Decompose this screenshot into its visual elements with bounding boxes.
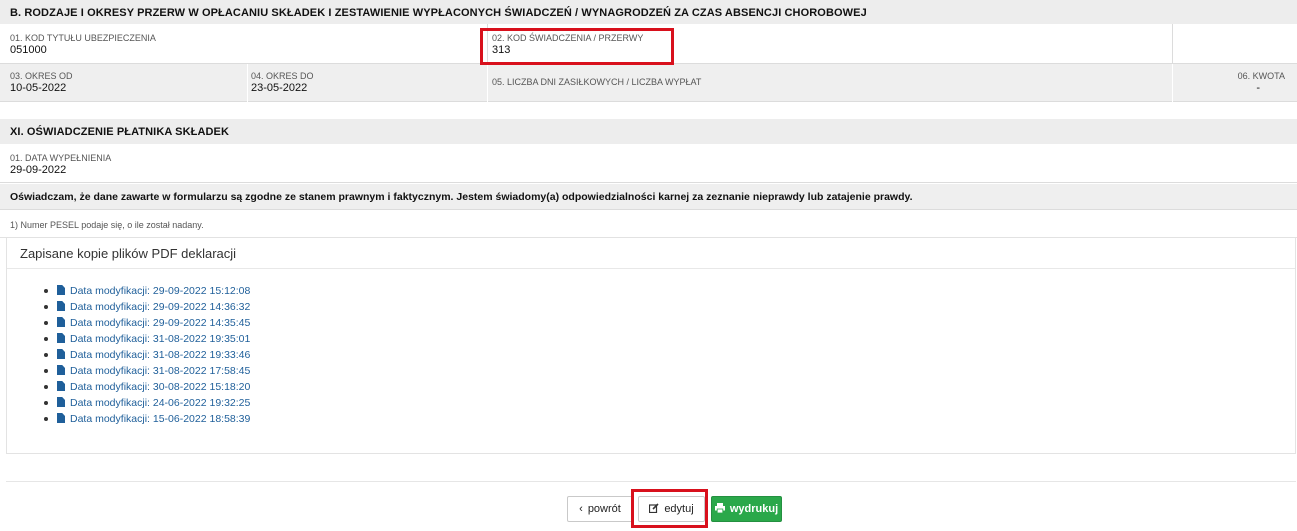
field-04-value: 23-05-2022 xyxy=(251,82,308,94)
print-icon xyxy=(714,502,725,516)
statement-row: Oświadczam, że dane zawarte w formularzu… xyxy=(0,184,1297,210)
fill-date-value: 29-09-2022 xyxy=(10,164,67,176)
field-03-label: 03. OKRES OD xyxy=(10,71,73,81)
file-icon xyxy=(57,301,65,311)
fill-date-label: 01. DATA WYPEŁNIENIA xyxy=(10,153,112,163)
pdf-file-link[interactable]: Data modyfikacji: 15-06-2022 18:58:39 xyxy=(70,413,250,425)
bullet xyxy=(44,417,48,421)
pdf-file-link[interactable]: Data modyfikacji: 31-08-2022 17:58:45 xyxy=(70,365,250,377)
field-06-value: - xyxy=(1256,82,1260,94)
pdf-file-link[interactable]: Data modyfikacji: 29-09-2022 14:35:45 xyxy=(70,317,250,329)
pdf-file-item: Data modyfikacji: 24-06-2022 19:32:25 xyxy=(44,396,250,412)
field-01-value: 051000 xyxy=(10,44,47,56)
bullet xyxy=(44,353,48,357)
section-b-row-2: 03. OKRES OD 10-05-2022 04. OKRES DO 23-… xyxy=(0,64,1297,102)
pdf-file-link[interactable]: Data modyfikacji: 29-09-2022 15:12:08 xyxy=(70,285,250,297)
field-06-label: 06. KWOTA xyxy=(1237,71,1285,81)
pdf-file-link[interactable]: Data modyfikacji: 31-08-2022 19:33:46 xyxy=(70,349,250,361)
bullet xyxy=(44,385,48,389)
print-button[interactable]: wydrukuj xyxy=(711,496,782,522)
pdf-file-item: Data modyfikacji: 31-08-2022 17:58:45 xyxy=(44,364,250,380)
print-button-label: wydrukuj xyxy=(729,503,779,515)
footnote-row: 1) Numer PESEL podaje się, o ile został … xyxy=(0,211,1297,238)
statement-text: Oświadczam, że dane zawarte w formularzu… xyxy=(10,191,913,203)
bullet xyxy=(44,401,48,405)
file-icon xyxy=(57,365,65,375)
section-xi-header: XI. OŚWIADCZENIE PŁATNIKA SKŁADEK xyxy=(0,119,1297,144)
file-icon xyxy=(57,397,65,407)
chevron-left-icon: ‹ xyxy=(579,503,583,515)
highlight-box-edit-button xyxy=(631,489,708,528)
bullet xyxy=(44,337,48,341)
back-button-label: powrót xyxy=(587,503,621,515)
pdf-file-link[interactable]: Data modyfikacji: 30-08-2022 15:18:20 xyxy=(70,381,250,393)
footer-divider xyxy=(6,481,1296,482)
field-04-label: 04. OKRES DO xyxy=(251,71,314,81)
pdf-file-link[interactable]: Data modyfikacji: 31-08-2022 19:35:01 xyxy=(70,333,250,345)
pdf-file-item: Data modyfikacji: 15-06-2022 18:58:39 xyxy=(44,412,250,428)
pdf-file-list: Data modyfikacji: 29-09-2022 15:12:08 Dat… xyxy=(44,284,250,428)
pdf-file-link[interactable]: Data modyfikacji: 29-09-2022 14:36:32 xyxy=(70,301,250,313)
pdf-panel-title: Zapisane kopie plików PDF deklaracji xyxy=(20,246,237,261)
bullet xyxy=(44,289,48,293)
pdf-file-item: Data modyfikacji: 30-08-2022 15:18:20 xyxy=(44,380,250,396)
pdf-file-item: Data modyfikacji: 29-09-2022 15:12:08 xyxy=(44,284,250,300)
back-button[interactable]: ‹ powrót xyxy=(567,496,633,522)
pdf-file-item: Data modyfikacji: 31-08-2022 19:35:01 xyxy=(44,332,250,348)
section-b-header: B. RODZAJE I OKRESY PRZERW W OPŁACANIU S… xyxy=(0,0,1297,24)
section-b-title: B. RODZAJE I OKRESY PRZERW W OPŁACANIU S… xyxy=(10,7,867,19)
file-icon xyxy=(57,317,65,327)
section-xi-row-date: 01. DATA WYPEŁNIENIA 29-09-2022 xyxy=(0,144,1297,183)
section-xi-title: XI. OŚWIADCZENIE PŁATNIKA SKŁADEK xyxy=(10,126,230,138)
field-05-label: 05. LICZBA DNI ZASIŁKOWYCH / LICZBA WYPŁ… xyxy=(492,77,702,87)
pdf-file-link[interactable]: Data modyfikacji: 24-06-2022 19:32:25 xyxy=(70,397,250,409)
pdf-file-item: Data modyfikacji: 29-09-2022 14:36:32 xyxy=(44,300,250,316)
footnote-text: 1) Numer PESEL podaje się, o ile został … xyxy=(10,220,204,230)
field-03-value: 10-05-2022 xyxy=(10,82,67,94)
field-01-label: 01. KOD TYTUŁU UBEZPIECZENIA xyxy=(10,33,156,43)
bullet xyxy=(44,305,48,309)
pdf-panel-header: Zapisane kopie plików PDF deklaracji xyxy=(7,238,1295,269)
bullet xyxy=(44,321,48,325)
bullet xyxy=(44,369,48,373)
file-icon xyxy=(57,333,65,343)
file-icon xyxy=(57,285,65,295)
file-icon xyxy=(57,381,65,391)
pdf-file-item: Data modyfikacji: 31-08-2022 19:33:46 xyxy=(44,348,250,364)
file-icon xyxy=(57,349,65,359)
pdf-file-item: Data modyfikacji: 29-09-2022 14:35:45 xyxy=(44,316,250,332)
highlight-box-field-02 xyxy=(480,28,674,65)
file-icon xyxy=(57,413,65,423)
